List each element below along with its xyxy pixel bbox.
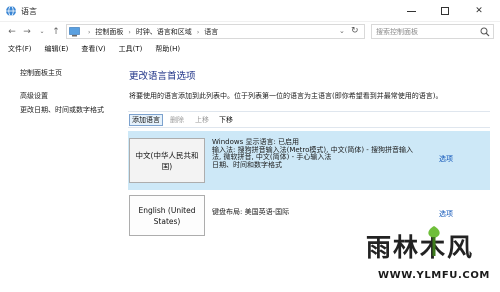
navigation-bar: ← → ⌄ ↑ › 控制面板 › 时钟、语言和区域 › 语言 ⌄ ↻ [0, 22, 500, 41]
sidebar-advanced-settings[interactable]: 高级设置 [20, 91, 48, 101]
title-bar: 语言 ✕ [0, 0, 500, 22]
maximize-icon [441, 7, 449, 15]
move-up-button[interactable]: 上移 [195, 114, 209, 126]
menu-view[interactable]: 查看(V) [81, 44, 105, 54]
maximize-button[interactable] [428, 0, 462, 22]
language-details-english: 键盘布局: 美国英语-国际 [212, 208, 290, 217]
page-title: 更改语言首选项 [129, 71, 196, 82]
menu-tools[interactable]: 工具(T) [119, 44, 143, 54]
breadcrumb-clock-language-region[interactable]: 时钟、语言和区域 [136, 27, 192, 37]
watermark: 雨林木风 WWW.YLMFU.COM [358, 210, 498, 288]
breadcrumb-language[interactable]: 语言 [204, 27, 218, 37]
forward-arrow-icon: → [23, 26, 31, 37]
watermark-url: WWW.YLMFU.COM [378, 270, 490, 281]
forward-button[interactable]: → [21, 25, 33, 38]
close-button[interactable]: ✕ [462, 0, 496, 22]
menu-help[interactable]: 帮助(H) [155, 44, 180, 54]
close-icon: ✕ [475, 6, 483, 16]
sidebar: 控制面板主页 高级设置 更改日期、时间或数字格式 [0, 56, 118, 292]
chevron-down-icon: ⌄ [39, 28, 45, 35]
language-name-chinese[interactable]: 中文(中华人民共和国) [129, 138, 205, 183]
address-dropdown-icon[interactable]: ⌄ [339, 27, 345, 35]
watermark-tree-icon [428, 226, 440, 256]
page-description: 将要使用的语言添加到此列表中。位于列表第一位的语言为主语言(即你希望看到并最常使… [129, 92, 443, 100]
language-details-chinese: Windows 显示语言: 已启用 输入法: 搜狗拼音输入法(Metro模式),… [212, 138, 442, 169]
remove-button[interactable]: 删除 [170, 114, 184, 126]
minimize-button[interactable] [394, 0, 428, 22]
breadcrumb-separator-icon: › [128, 28, 131, 36]
options-link-chinese[interactable]: 选项 [439, 154, 453, 164]
address-bar[interactable]: › 控制面板 › 时钟、语言和区域 › 语言 ⌄ ↻ [66, 24, 365, 39]
language-row-chinese[interactable]: 中文(中华人民共和国) Windows 显示语言: 已启用 输入法: 搜狗拼音输… [128, 131, 490, 190]
control-panel-icon [69, 27, 80, 37]
search-box[interactable] [371, 24, 494, 39]
menu-bar: 文件(F) 编辑(E) 查看(V) 工具(T) 帮助(H) [0, 42, 500, 56]
breadcrumb-control-panel[interactable]: 控制面板 [95, 27, 123, 37]
add-language-button[interactable]: 添加语言 [129, 114, 163, 126]
up-arrow-icon: ↑ [52, 26, 60, 37]
back-button[interactable]: ← [6, 25, 18, 38]
language-toolbar: 添加语言 删除 上移 下移 [128, 111, 490, 128]
search-icon[interactable] [480, 27, 490, 37]
sidebar-control-panel-home[interactable]: 控制面板主页 [20, 68, 62, 78]
watermark-text: 雨林木风 [366, 233, 475, 262]
back-arrow-icon: ← [8, 26, 16, 37]
language-detail-line: 日期、时间和数字格式 [212, 160, 282, 169]
up-button[interactable]: ↑ [50, 25, 62, 38]
language-app-icon [6, 5, 16, 17]
refresh-icon[interactable]: ↻ [351, 26, 359, 36]
move-down-button[interactable]: 下移 [219, 114, 233, 126]
language-name-english[interactable]: English (United States) [129, 195, 205, 236]
sidebar-date-time-format[interactable]: 更改日期、时间或数字格式 [20, 105, 104, 115]
menu-edit[interactable]: 编辑(E) [45, 44, 69, 54]
menu-file[interactable]: 文件(F) [8, 44, 32, 54]
minimize-icon [406, 10, 416, 12]
language-detail-line: 键盘布局: 美国英语-国际 [212, 208, 290, 216]
breadcrumb: › 控制面板 › 时钟、语言和区域 › 语言 [83, 27, 218, 37]
breadcrumb-separator-icon: › [88, 28, 91, 36]
breadcrumb-separator-icon: › [196, 28, 200, 36]
recent-locations-button[interactable]: ⌄ [36, 25, 48, 38]
search-input[interactable] [376, 26, 476, 37]
window-title: 语言 [21, 7, 37, 16]
